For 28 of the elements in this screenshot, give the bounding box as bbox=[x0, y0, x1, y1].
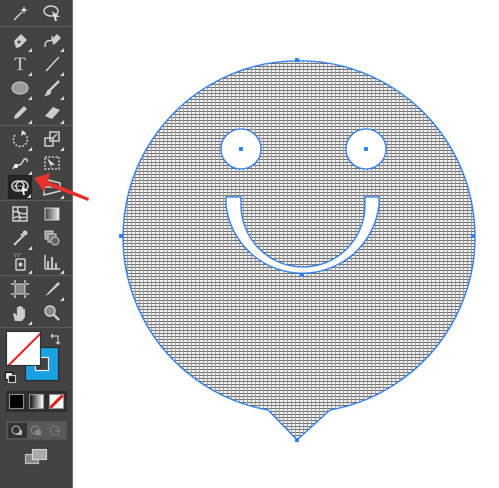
gradient-button[interactable] bbox=[28, 394, 44, 409]
scale-icon bbox=[42, 129, 62, 149]
default-colors-icon[interactable] bbox=[5, 372, 16, 383]
pointer-arrow-overlay bbox=[34, 173, 89, 201]
draw-normal-button[interactable] bbox=[8, 423, 26, 438]
artboard-icon bbox=[10, 279, 30, 299]
knife-icon bbox=[42, 279, 62, 299]
artboard-tool[interactable] bbox=[8, 277, 32, 301]
mesh-icon bbox=[10, 204, 30, 224]
none-button[interactable] bbox=[48, 394, 64, 409]
inside-mode-icon bbox=[49, 425, 61, 436]
shape-builder-tool[interactable] bbox=[8, 175, 32, 199]
fill-swatch[interactable] bbox=[6, 331, 41, 366]
color-button[interactable] bbox=[8, 394, 24, 409]
normal-mode-icon bbox=[11, 425, 23, 436]
lasso-icon bbox=[42, 3, 62, 23]
draw-behind-button[interactable] bbox=[26, 423, 46, 438]
swap-icon[interactable] bbox=[50, 333, 62, 345]
magnifier-icon bbox=[42, 303, 62, 323]
type-tool[interactable]: T bbox=[8, 52, 32, 76]
slash-icon bbox=[50, 395, 62, 408]
brush-icon bbox=[42, 78, 62, 98]
bar-graph-icon bbox=[42, 252, 62, 272]
blend-icon bbox=[42, 228, 62, 248]
slash-icon bbox=[7, 332, 40, 365]
behind-mode-icon bbox=[30, 425, 42, 436]
screen-mode-icon[interactable] bbox=[25, 449, 47, 464]
rotate-icon bbox=[10, 129, 30, 149]
